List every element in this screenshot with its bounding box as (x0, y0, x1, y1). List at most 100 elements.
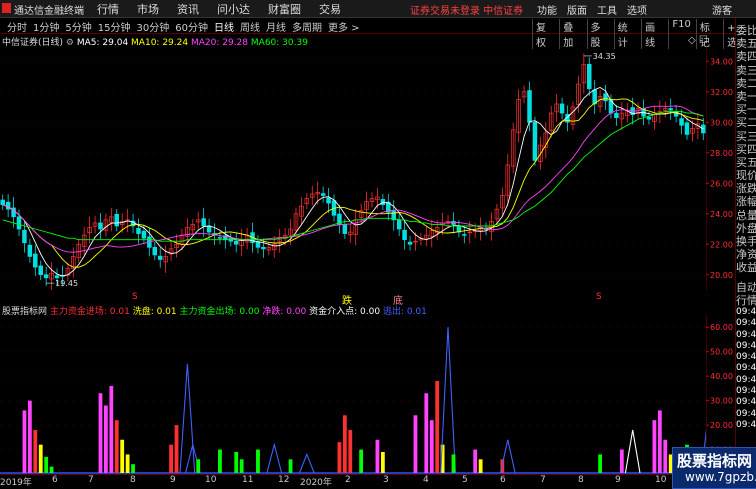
indicator-bar (38, 444, 43, 473)
date-tick-label: 7 (540, 475, 546, 485)
right-menu: 功能 版面 工具 选项 (532, 2, 652, 17)
auto-label[interactable]: 自动 (736, 281, 756, 294)
candle-body (320, 193, 326, 196)
indicator-bar (44, 456, 49, 473)
menu-trade[interactable]: 交易 (310, 1, 350, 17)
tab-30min[interactable]: 30分钟 (133, 19, 172, 34)
menu-wealth[interactable]: 财富圈 (259, 1, 310, 17)
statistics-button[interactable]: 统计 (613, 19, 639, 49)
indicator-bar (218, 449, 222, 473)
panel-label: 买一 (736, 103, 756, 117)
candle-body (152, 246, 158, 256)
tab-60min[interactable]: 60分钟 (172, 19, 211, 34)
draw-line-button[interactable]: 画线 (641, 19, 666, 49)
indicator-bar (435, 381, 440, 473)
price-tick-label: 30.00 (710, 118, 733, 127)
indicator-bar (98, 393, 103, 473)
candle-body (98, 222, 103, 230)
menu-news[interactable]: 资讯 (168, 1, 208, 17)
tick-time: 09:47 (736, 374, 756, 385)
panel-label: 现价 (736, 169, 756, 183)
candle-body (586, 63, 592, 90)
candle-body (27, 244, 33, 257)
guest-label[interactable]: 游客 (712, 2, 732, 17)
candle-body (136, 228, 141, 234)
candle-body (668, 108, 673, 111)
candle-body (33, 253, 38, 268)
indicator-bar (120, 439, 125, 473)
candle-body (532, 121, 538, 161)
tab-more[interactable]: 更多 > (325, 19, 363, 34)
tab-15min[interactable]: 15分钟 (95, 19, 134, 34)
date-tick-label: 12 (278, 475, 290, 485)
tab-monthly[interactable]: 月线 (263, 19, 289, 34)
candlestick-chart[interactable]: 34.35 19.45 (0, 46, 706, 290)
menu-quotes[interactable]: 行情 (88, 1, 128, 17)
indicator-bar (359, 449, 364, 473)
menu-market[interactable]: 市场 (128, 1, 168, 17)
ma5-line (2, 86, 704, 277)
panel-label: 买四 (736, 142, 756, 156)
login-notice[interactable]: 证券交易未登录 中信证券 (410, 2, 523, 17)
indicator-bar (131, 464, 135, 473)
candle-body (614, 112, 619, 119)
indicator-bar (663, 439, 668, 473)
indicator-bar (27, 400, 32, 473)
price-tick-label: 22.00 (710, 240, 733, 249)
candle-body (342, 224, 348, 234)
panel-label: 买二 (736, 116, 756, 130)
restore-rights-button[interactable]: 复权 (532, 19, 557, 49)
indicator-bar (174, 425, 179, 473)
indicator-bar (256, 449, 260, 473)
menu-layout[interactable]: 版面 (562, 2, 592, 17)
date-tick-label: 2019年 (0, 478, 32, 488)
date-tick-label: 6 (500, 475, 506, 485)
indicator-bar (375, 439, 380, 473)
panel-label: 净资 (736, 248, 756, 262)
tab-multi-period[interactable]: 多周期 (289, 19, 325, 34)
candle-body (559, 103, 565, 114)
date-tick-label: 4 (423, 475, 429, 485)
panel-label: 卖二 (736, 76, 756, 90)
tab-daily[interactable]: 日线 (211, 19, 237, 34)
site-watermark: 股票指标网 www.7gpzb.com (672, 447, 756, 489)
tab-1min[interactable]: 1分钟 (30, 19, 62, 34)
panel-label: 委比 (736, 24, 756, 37)
indicator-bar (288, 459, 293, 473)
title-bar: 通达信金融终端 行情 市场 资讯 问小达 财富圈 交易 证券交易未登录 中信证券… (0, 0, 756, 18)
panel-nav-icon[interactable]: ◇ ☐ (688, 35, 708, 46)
menu-function[interactable]: 功能 (532, 2, 562, 17)
tab-timeshare[interactable]: 分时 (4, 19, 30, 34)
bottom-marker: 底 (393, 296, 403, 307)
chart-tools: 复权 叠加 多股 统计 画线 F10 标记 +自选 (530, 19, 756, 49)
candle-body (462, 234, 467, 236)
quotes-label[interactable]: 行情 (736, 294, 756, 307)
menu-options[interactable]: 选项 (622, 2, 652, 17)
price-tick-label: 34.00 (710, 57, 733, 66)
tab-weekly[interactable]: 周线 (237, 19, 263, 34)
candle-body (16, 216, 22, 230)
overlay-button[interactable]: 叠加 (559, 19, 584, 49)
date-tick-label: 7 (88, 475, 94, 485)
candle-body (38, 265, 43, 276)
panel-label: 换手 (736, 235, 756, 248)
candle-body (646, 117, 652, 120)
indicator-spike (179, 363, 196, 474)
candle-body (603, 93, 608, 102)
indicator-bar (598, 454, 603, 473)
menu-wenxiaoda[interactable]: 问小达 (208, 1, 259, 17)
panel-label: 买三 (736, 129, 756, 143)
tick-time: 09:47 (736, 363, 756, 374)
panel-label: 卖三 (736, 63, 756, 77)
panel-label: 卖一 (736, 89, 756, 103)
panel-label: 外盘 (736, 221, 756, 235)
price-axis: 20.00 22.00 24.00 26.00 28.00 30.00 32.00 34.00 (706, 46, 733, 290)
tick-time: 09:47 (736, 408, 756, 419)
indicator-chart[interactable] (0, 315, 706, 474)
main-menu: 行情 市场 资讯 问小达 财富圈 交易 (88, 1, 350, 17)
multi-stock-button[interactable]: 多股 (586, 19, 612, 49)
candle-body (157, 255, 163, 260)
tab-5min[interactable]: 5分钟 (62, 19, 94, 34)
menu-tools[interactable]: 工具 (592, 2, 622, 17)
indicator-bar (657, 410, 662, 473)
